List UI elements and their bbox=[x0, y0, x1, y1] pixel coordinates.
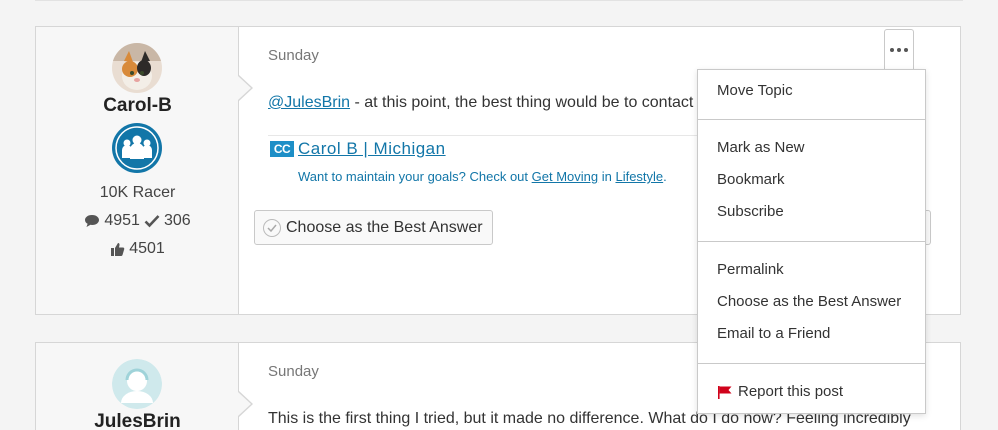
thumbs-up-icon bbox=[111, 242, 125, 256]
best-answer-label: Choose as the Best Answer bbox=[286, 218, 483, 236]
menu-item-email-friend[interactable]: Email to a Friend bbox=[717, 325, 830, 342]
speech-arrow bbox=[238, 391, 253, 417]
cc-logo-icon: CC bbox=[270, 141, 294, 157]
signature-text: Want to maintain your goals? Check out bbox=[298, 169, 532, 184]
menu-item-move-topic[interactable]: Move Topic bbox=[717, 82, 793, 99]
dot-icon bbox=[890, 47, 894, 52]
choose-best-answer-button[interactable]: Choose as the Best Answer bbox=[254, 210, 493, 245]
post-date: Sunday bbox=[268, 47, 319, 64]
kudos-count: 4501 bbox=[129, 240, 165, 257]
comment-count: 4951 bbox=[104, 212, 140, 229]
rank-badge-icon bbox=[112, 123, 162, 173]
cat-avatar-icon bbox=[112, 43, 162, 93]
post-options-dropdown: Move Topic Mark as New Bookmark Subscrib… bbox=[697, 69, 926, 414]
menu-item-subscribe[interactable]: Subscribe bbox=[717, 203, 784, 220]
top-divider bbox=[35, 0, 963, 1]
flag-icon bbox=[718, 385, 732, 399]
signature-line: Want to maintain your goals? Check out G… bbox=[298, 169, 667, 184]
dot-icon bbox=[897, 47, 901, 52]
signature-text: . bbox=[663, 169, 667, 184]
menu-item-report-post[interactable]: Report this post bbox=[717, 383, 843, 400]
dot-icon bbox=[904, 47, 908, 52]
avatar[interactable] bbox=[112, 359, 162, 409]
signature-text: in bbox=[598, 169, 616, 184]
author-stats-row: 4501 bbox=[36, 240, 239, 258]
rank-label: 10K Racer bbox=[99, 184, 176, 201]
default-user-avatar-icon bbox=[112, 359, 162, 409]
mention-link[interactable]: @JulesBrin bbox=[268, 94, 350, 111]
menu-item-permalink[interactable]: Permalink bbox=[717, 261, 784, 278]
get-moving-link[interactable]: Get Moving bbox=[532, 169, 598, 184]
author-panel: Carol-B 10K Racer 4951 306 4501 bbox=[36, 27, 239, 314]
solution-count: 306 bbox=[163, 212, 191, 229]
author-name[interactable]: JulesBrin bbox=[36, 411, 239, 430]
check-circle-icon bbox=[263, 218, 281, 237]
report-label: Report this post bbox=[738, 383, 844, 400]
post-options-menu-button[interactable] bbox=[884, 29, 914, 69]
checkmark-icon bbox=[144, 215, 160, 228]
signature-title-link[interactable]: Carol B | Michigan bbox=[298, 139, 446, 159]
avatar[interactable] bbox=[112, 43, 162, 93]
menu-item-best-answer[interactable]: Choose as the Best Answer bbox=[717, 293, 901, 310]
post-date: Sunday bbox=[268, 363, 319, 380]
signature-divider bbox=[268, 135, 708, 136]
author-stats-row: 4951 306 bbox=[36, 212, 239, 230]
menu-divider bbox=[698, 241, 925, 242]
author-name[interactable]: Carol-B bbox=[36, 95, 239, 117]
speech-arrow bbox=[238, 75, 253, 101]
lifestyle-link[interactable]: Lifestyle bbox=[615, 169, 663, 184]
author-panel: JulesBrin bbox=[36, 343, 239, 430]
signature-header: CC Carol B | Michigan bbox=[270, 139, 446, 159]
post-body: @JulesBrin - at this point, the best thi… bbox=[268, 94, 717, 112]
menu-item-bookmark[interactable]: Bookmark bbox=[717, 171, 785, 188]
comment-icon bbox=[85, 215, 100, 227]
menu-divider bbox=[698, 363, 925, 364]
post-body-text: - at this point, the best thing would be… bbox=[350, 94, 698, 111]
menu-item-mark-as-new[interactable]: Mark as New bbox=[717, 139, 805, 156]
menu-divider bbox=[698, 119, 925, 120]
forum-thread-page: Carol-B 10K Racer 4951 306 4501 Sunday @… bbox=[0, 0, 998, 430]
